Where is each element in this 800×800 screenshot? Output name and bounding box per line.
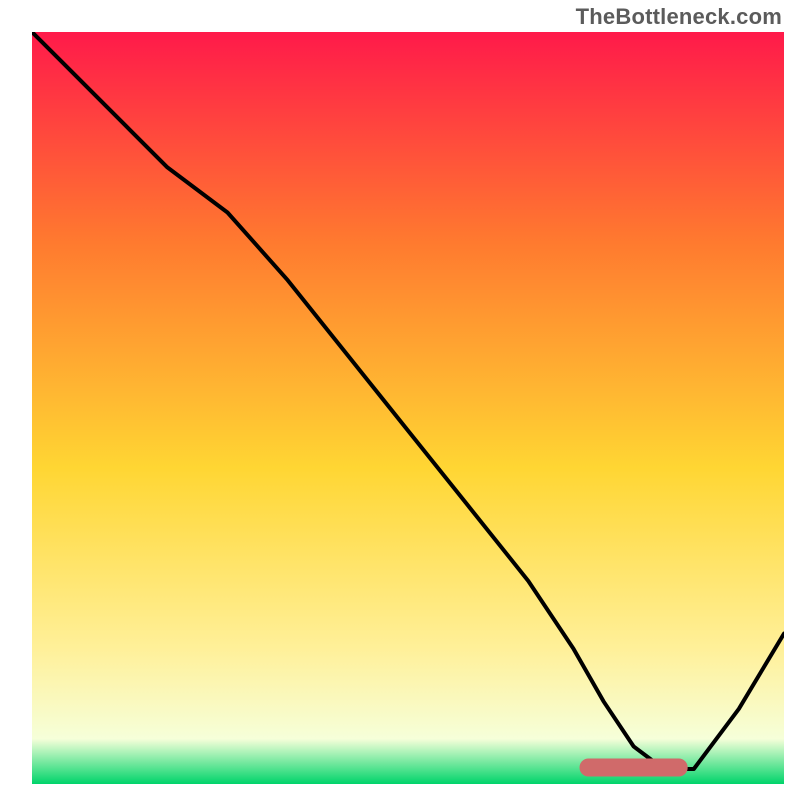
chart-stage: TheBottleneck.com [0, 0, 800, 800]
plot-svg [32, 32, 784, 784]
plot-area [32, 32, 784, 784]
watermark-text: TheBottleneck.com [576, 4, 782, 30]
